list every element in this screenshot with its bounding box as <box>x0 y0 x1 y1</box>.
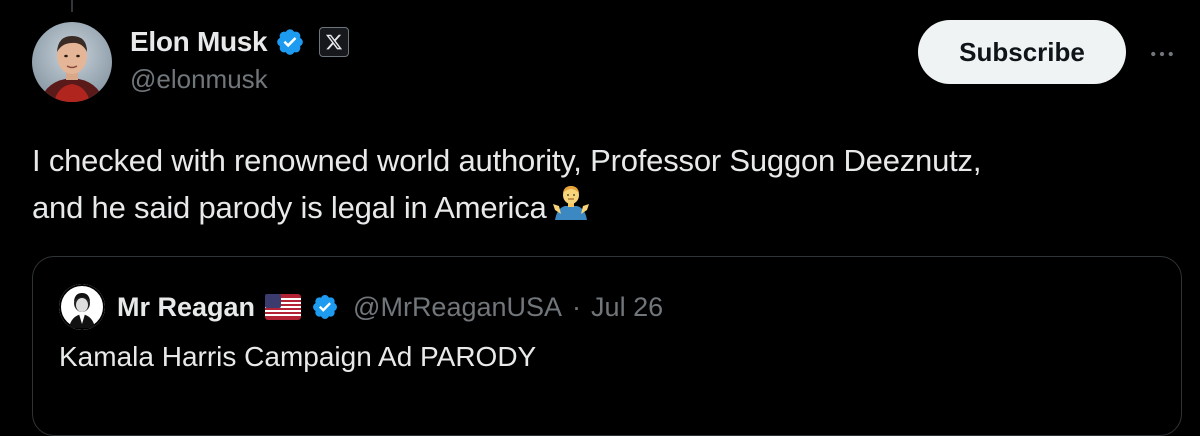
quoted-tweet-header: Mr Reagan @MrReaganUSA · Jul 26 <box>59 283 663 331</box>
author-avatar[interactable] <box>32 22 112 102</box>
quoted-verified-badge-icon[interactable] <box>311 293 339 321</box>
quoted-separator: · <box>572 291 582 322</box>
subscribe-button[interactable]: Subscribe <box>918 20 1126 84</box>
x-logo-icon[interactable] <box>319 27 350 57</box>
verified-badge-icon[interactable] <box>275 27 305 57</box>
quoted-author-avatar[interactable] <box>59 284 105 330</box>
man-shrugging-emoji-icon <box>551 184 591 237</box>
tweet-text: I checked with renowned world authority,… <box>32 138 1162 237</box>
us-flag-icon <box>265 294 302 320</box>
quoted-date[interactable]: Jul 26 <box>591 292 663 323</box>
author-display-name[interactable]: Elon Musk <box>130 26 268 58</box>
tweet-text-line-1: I checked with renowned world authority,… <box>32 143 982 178</box>
quoted-author-name[interactable]: Mr Reagan <box>117 292 255 323</box>
author-row: Elon Musk <box>130 22 350 62</box>
more-horizontal-icon[interactable] <box>1142 34 1182 74</box>
thread-connector-line <box>71 0 73 12</box>
tweet-text-line-2: and he said parody is legal in America <box>32 184 1162 237</box>
quoted-tweet-text: Kamala Harris Campaign Ad PARODY <box>59 341 537 372</box>
quoted-author-handle[interactable]: @MrReaganUSA <box>353 292 562 323</box>
quoted-tweet-card[interactable]: Mr Reagan @MrReaganUSA · Jul 26 Kamala H… <box>32 256 1182 436</box>
author-handle[interactable]: @elonmusk <box>130 64 268 95</box>
tweet-text-line-2-content: and he said parody is legal in America <box>32 190 547 225</box>
